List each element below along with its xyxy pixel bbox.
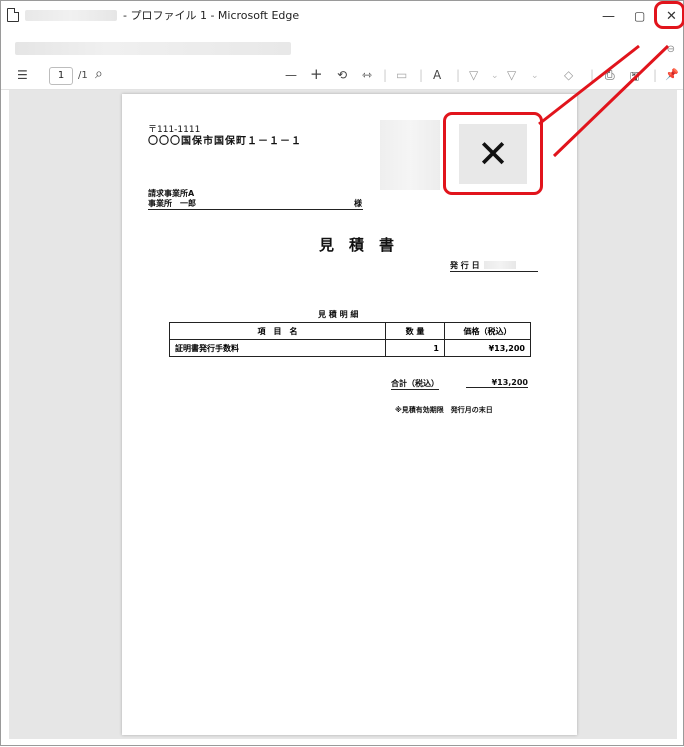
callout-line-left bbox=[538, 44, 640, 126]
callout-line-right bbox=[552, 44, 670, 158]
browser-window: - プロファイル 1 - Microsoft Edge — ▢ ✕ ⊖ ☰ 1 … bbox=[0, 0, 684, 746]
callout-lines bbox=[538, 44, 670, 158]
